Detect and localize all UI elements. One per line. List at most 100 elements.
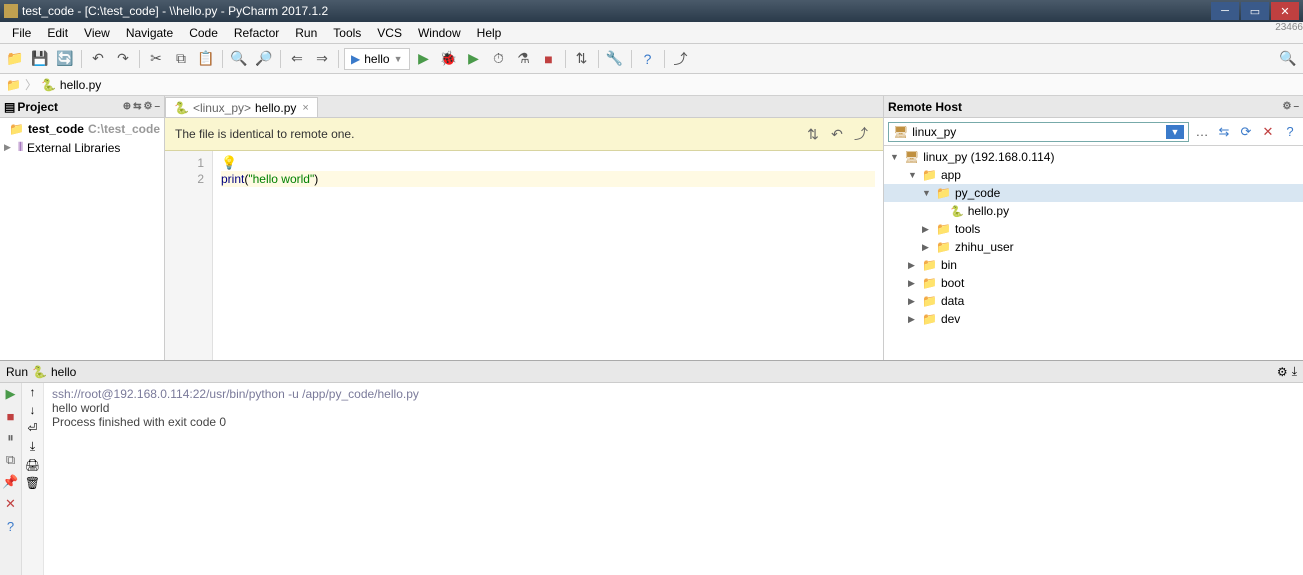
tree-arrow-right-icon[interactable]: ▶ bbox=[908, 260, 918, 271]
tree-arrow-right-icon[interactable]: ▶ bbox=[922, 224, 932, 235]
remote-folder-data[interactable]: ▶ 📁 data bbox=[884, 292, 1303, 310]
clear-icon[interactable]: 🗑 bbox=[25, 476, 40, 490]
close-run-icon[interactable]: ✕ bbox=[2, 495, 20, 513]
tree-arrow-down-icon[interactable]: ▼ bbox=[908, 170, 918, 180]
remote-folder-bin[interactable]: ▶ 📁 bin bbox=[884, 256, 1303, 274]
run-header-py-icon: 🐍 bbox=[32, 365, 47, 379]
settings-icon[interactable]: 🔧 bbox=[604, 48, 626, 70]
tree-arrow-right-icon[interactable]: ▶ bbox=[908, 314, 918, 325]
remote-hide-icon[interactable]: – bbox=[1293, 101, 1299, 112]
remote-more-icon[interactable]: … bbox=[1193, 123, 1211, 141]
save-icon[interactable]: 💾 bbox=[29, 48, 51, 70]
minimize-button[interactable]: ─ bbox=[1211, 2, 1239, 20]
print-icon[interactable]: 🖨 bbox=[25, 458, 40, 472]
tree-arrow-right-icon[interactable]: ▶ bbox=[908, 278, 918, 289]
banner-diff-icon[interactable]: ⇅ bbox=[801, 124, 825, 144]
remote-refresh-icon[interactable]: ⟳ bbox=[1237, 123, 1255, 141]
remote-gear-icon[interactable]: ⚙ bbox=[1282, 101, 1291, 112]
project-gear-icon[interactable]: ⚙ bbox=[143, 101, 152, 112]
code-body[interactable]: 💡 print("hello world") bbox=[213, 151, 883, 360]
editor-tab[interactable]: 🐍 <linux_py> hello.py × bbox=[165, 97, 318, 117]
redo-icon[interactable]: ↷ bbox=[112, 48, 134, 70]
banner-revert-icon[interactable]: ↶ bbox=[825, 124, 849, 144]
deploy-icon[interactable]: ⤴ bbox=[670, 48, 692, 70]
stop-icon[interactable]: ■ bbox=[538, 48, 560, 70]
find-icon[interactable]: 🔍 bbox=[228, 48, 250, 70]
remote-folder-tools[interactable]: ▶ 📁 tools bbox=[884, 220, 1303, 238]
remote-folder-pycode[interactable]: ▼ 📁 py_code bbox=[884, 184, 1303, 202]
expand-arrow-icon[interactable]: ▶ bbox=[4, 142, 14, 153]
tree-arrow-right-icon[interactable]: ▶ bbox=[922, 242, 932, 253]
run-help-icon[interactable]: ? bbox=[2, 517, 20, 535]
remote-host-dropdown-icon[interactable]: ▼ bbox=[1166, 125, 1184, 139]
remote-folder-dev[interactable]: ▶ 📁 dev bbox=[884, 310, 1303, 328]
pin-icon[interactable]: 📌 bbox=[2, 473, 20, 491]
banner-upload-icon[interactable]: ⤴ bbox=[849, 124, 873, 144]
soft-wrap-icon[interactable]: ⏎ bbox=[27, 421, 37, 435]
run-tool-window: Run 🐍 hello ⚙ ⤓ ▶ ■ ⏸ ⧉ 📌 ✕ ? ↑ ↓ ⏎ ⤓ 🖨 … bbox=[0, 360, 1303, 575]
concurrency-icon[interactable]: ⚗ bbox=[513, 48, 535, 70]
copy-icon[interactable]: ⧉ bbox=[170, 48, 192, 70]
debug-button-icon[interactable]: 🐞 bbox=[438, 48, 460, 70]
project-root-row[interactable]: 📁 test_code C:\test_code bbox=[0, 120, 164, 138]
tree-arrow-right-icon[interactable]: ▶ bbox=[908, 296, 918, 307]
profile-icon[interactable]: ⏱ bbox=[488, 48, 510, 70]
open-icon[interactable]: 📁 bbox=[4, 48, 26, 70]
remote-host-selector[interactable]: 🖥 linux_py ▼ bbox=[888, 122, 1189, 142]
remote-filter-icon[interactable]: ⇆ bbox=[1215, 123, 1233, 141]
up-icon[interactable]: ↑ bbox=[30, 385, 36, 399]
run-gear-icon[interactable]: ⚙ bbox=[1277, 365, 1288, 379]
close-button[interactable]: ✕ bbox=[1271, 2, 1299, 20]
remote-help-icon[interactable]: ? bbox=[1281, 123, 1299, 141]
stop-icon[interactable]: ■ bbox=[2, 407, 20, 425]
pause-icon[interactable]: ⏸ bbox=[2, 429, 20, 447]
intention-bulb-icon[interactable]: 💡 bbox=[221, 155, 237, 170]
coverage-icon[interactable]: ▶ bbox=[463, 48, 485, 70]
project-hide-icon[interactable]: – bbox=[154, 101, 160, 112]
maximize-button[interactable]: ▭ bbox=[1241, 2, 1269, 20]
menu-refactor[interactable]: Refactor bbox=[226, 24, 287, 42]
remote-root-row[interactable]: ▼ 🖥 linux_py (192.168.0.114) bbox=[884, 148, 1303, 166]
paste-icon[interactable]: 📋 bbox=[195, 48, 217, 70]
run-button-icon[interactable]: ▶ bbox=[413, 48, 435, 70]
menu-navigate[interactable]: Navigate bbox=[118, 24, 181, 42]
breadcrumb-file[interactable]: hello.py bbox=[60, 78, 101, 92]
tree-arrow-down-icon[interactable]: ▼ bbox=[890, 152, 900, 162]
help-icon[interactable]: ? bbox=[637, 48, 659, 70]
run-console[interactable]: ssh://root@192.168.0.114:22/usr/bin/pyth… bbox=[44, 383, 1303, 575]
remote-folder-zhihu[interactable]: ▶ 📁 zhihu_user bbox=[884, 238, 1303, 256]
run-export-icon[interactable]: ⤓ bbox=[1292, 364, 1297, 379]
vcs-icon[interactable]: ⇅ bbox=[571, 48, 593, 70]
menu-edit[interactable]: Edit bbox=[39, 24, 76, 42]
run-config-selector[interactable]: ▶ hello ▼ bbox=[344, 48, 410, 70]
restore-layout-icon[interactable]: ⧉ bbox=[2, 451, 20, 469]
remote-file-hello[interactable]: 🐍 hello.py bbox=[884, 202, 1303, 220]
tree-arrow-down-icon[interactable]: ▼ bbox=[922, 188, 932, 198]
remote-folder-boot[interactable]: ▶ 📁 boot bbox=[884, 274, 1303, 292]
scroll-end-icon[interactable]: ⤓ bbox=[30, 439, 35, 454]
forward-icon[interactable]: ⇒ bbox=[311, 48, 333, 70]
cut-icon[interactable]: ✂ bbox=[145, 48, 167, 70]
down-icon[interactable]: ↓ bbox=[30, 403, 36, 417]
back-icon[interactable]: ⇐ bbox=[286, 48, 308, 70]
menu-window[interactable]: Window bbox=[410, 24, 469, 42]
menu-tools[interactable]: Tools bbox=[325, 24, 369, 42]
sync-icon[interactable]: 🔄 bbox=[54, 48, 76, 70]
remote-folder-app[interactable]: ▼ 📁 app bbox=[884, 166, 1303, 184]
external-libraries-row[interactable]: ▶ ⫴ External Libraries bbox=[0, 138, 164, 157]
search-everywhere-icon[interactable]: 🔍 bbox=[1277, 48, 1299, 70]
project-target-icon[interactable]: ⊕ bbox=[123, 101, 131, 112]
remote-disconnect-icon[interactable]: ✕ bbox=[1259, 123, 1277, 141]
menu-code[interactable]: Code bbox=[181, 24, 226, 42]
code-editor[interactable]: 1 2 💡 print("hello world") bbox=[165, 151, 883, 360]
project-collapse-icon[interactable]: ⇆ bbox=[133, 101, 141, 112]
tab-close-icon[interactable]: × bbox=[302, 102, 308, 114]
rerun-icon[interactable]: ▶ bbox=[2, 385, 20, 403]
undo-icon[interactable]: ↶ bbox=[87, 48, 109, 70]
menu-file[interactable]: File bbox=[4, 24, 39, 42]
menu-help[interactable]: Help bbox=[469, 24, 510, 42]
menu-run[interactable]: Run bbox=[287, 24, 325, 42]
menu-view[interactable]: View bbox=[76, 24, 118, 42]
replace-icon[interactable]: 🔎 bbox=[253, 48, 275, 70]
menu-vcs[interactable]: VCS bbox=[369, 24, 410, 42]
